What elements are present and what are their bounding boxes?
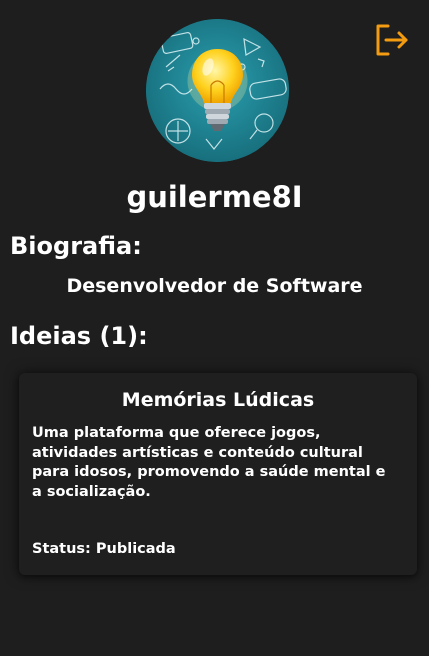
idea-description: Uma plataforma que oferece jogos, ativid…	[32, 425, 386, 500]
username: guilerme8I	[126, 180, 303, 214]
bio-text: Desenvolvedor de Software	[66, 275, 363, 297]
logout-button[interactable]	[374, 22, 410, 58]
idea-title: Memórias Lúdicas	[121, 389, 315, 411]
logout-icon	[376, 24, 408, 56]
idea-status: Status: Publicada	[32, 541, 176, 557]
idea-card[interactable]: Memórias Lúdicas Uma plataforma que ofer…	[19, 373, 417, 575]
profile-page: guilerme8I Biografia: Desenvolvedor de S…	[0, 0, 429, 656]
avatar	[146, 19, 289, 162]
ideas-heading: Ideias (1):	[10, 322, 148, 350]
bio-heading: Biografia:	[10, 232, 142, 260]
lightbulb-idea-icon	[146, 19, 289, 162]
